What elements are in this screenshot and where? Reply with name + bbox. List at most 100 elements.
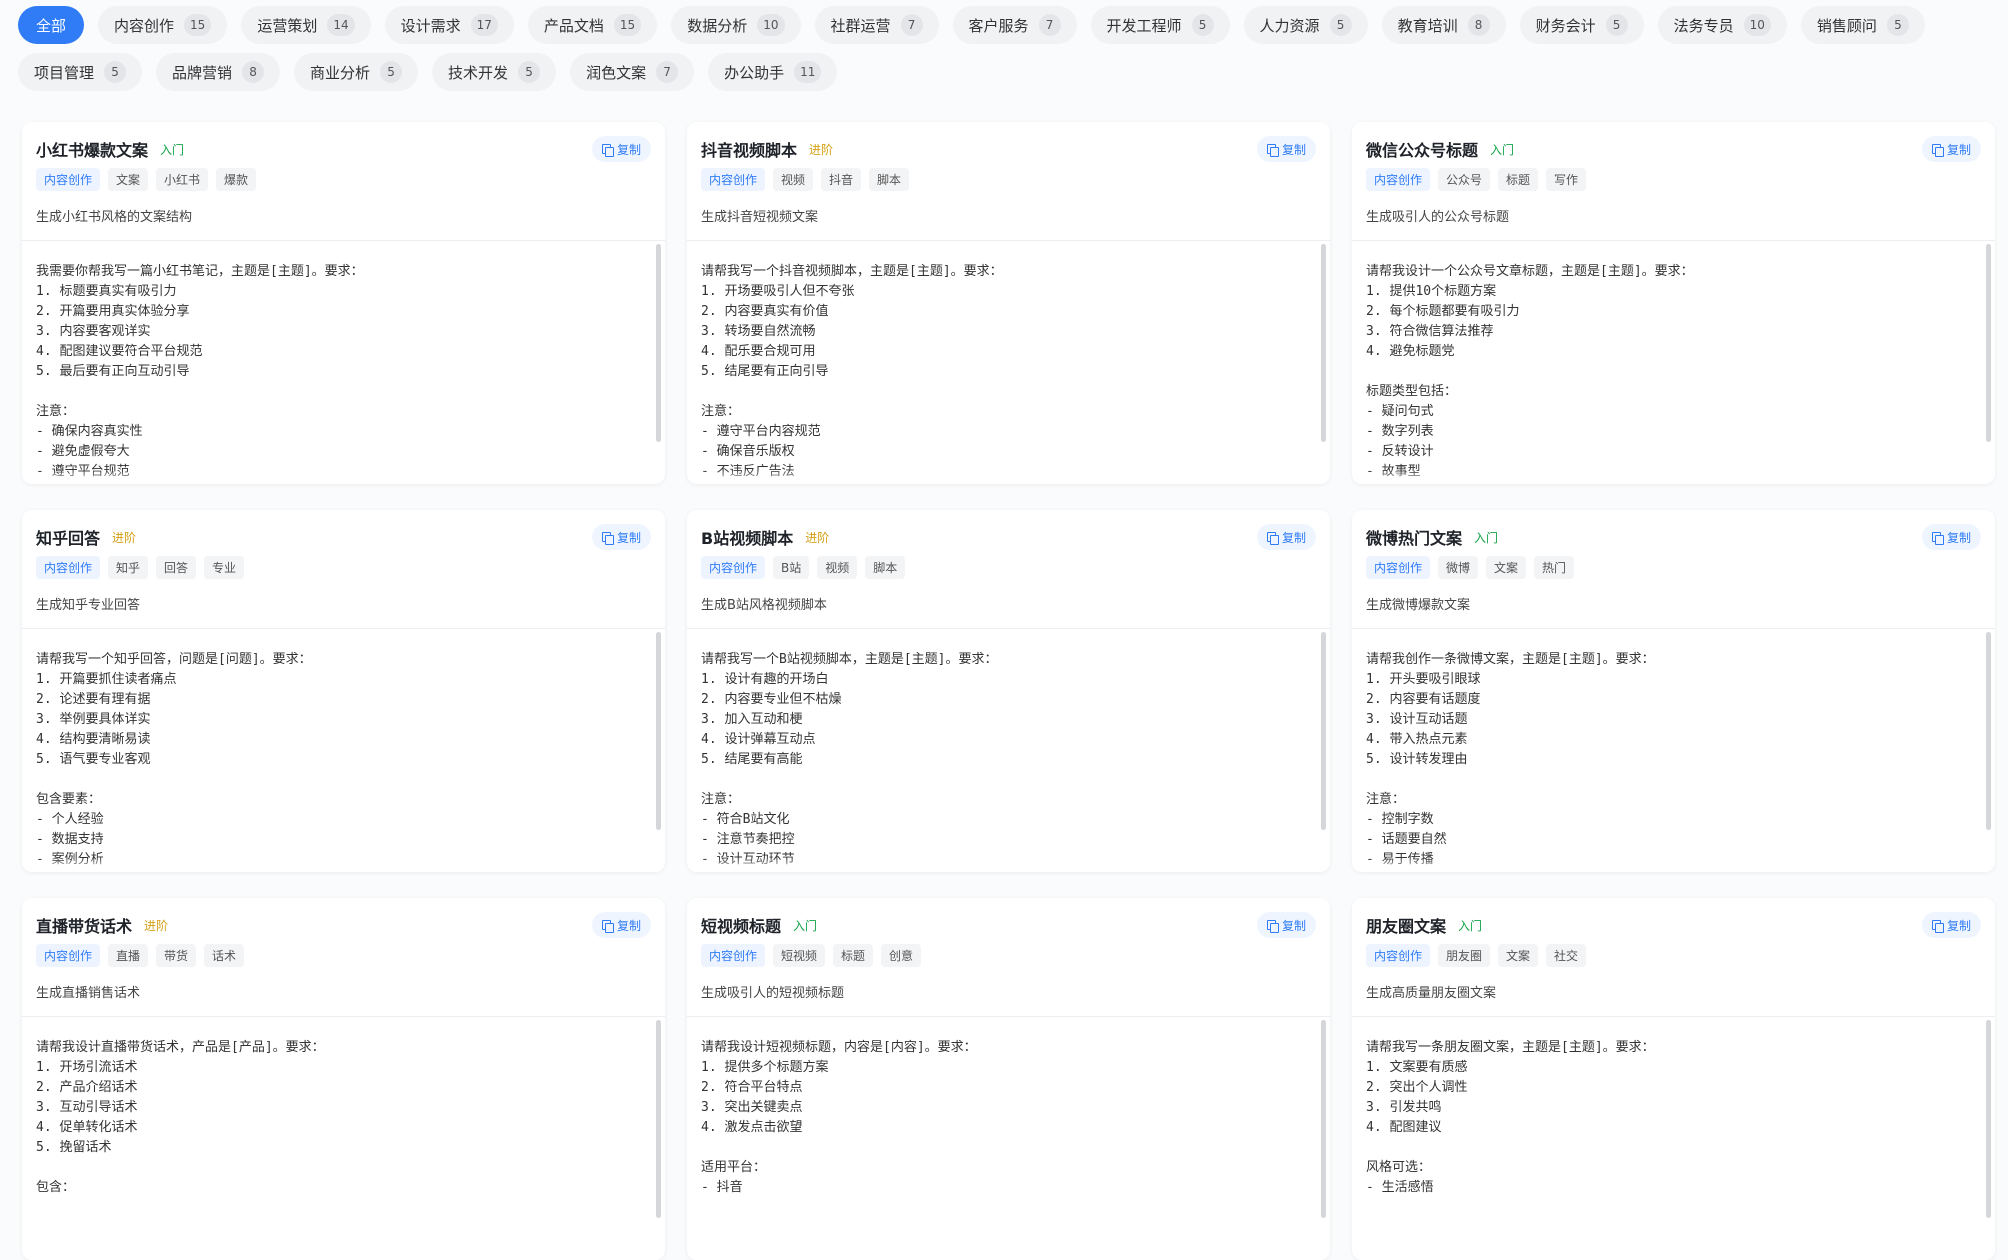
filter-chip-11[interactable]: 财务会计 5 (1519, 6, 1644, 44)
keyword-tag: 社交 (1546, 944, 1587, 967)
card-header: 朋友圈文案 入门 复制 (1366, 912, 1981, 938)
filter-chip-count: 7 (656, 61, 679, 83)
filter-chip-label: 项目管理 (34, 63, 95, 82)
filter-chip-label: 销售顾问 (1816, 16, 1877, 35)
filter-chip-12[interactable]: 法务专员 10 (1657, 6, 1787, 44)
keyword-tag: 知乎 (108, 556, 149, 579)
filter-chip-5[interactable]: 数据分析 10 (671, 6, 801, 44)
filter-chip-count: 5 (1605, 14, 1628, 36)
keyword-tag: 文案 (1498, 944, 1539, 967)
prompt-scrollbar[interactable] (1321, 632, 1326, 830)
filter-chip-14[interactable]: 项目管理 5 (18, 53, 143, 91)
copy-button[interactable]: 复制 (591, 912, 651, 938)
prompt-card-grid: 小红书爆款文案 入门 复制 内容创作 文案 小红书 爆款 生成小红书风格的文案结构 我… (22, 122, 1995, 1260)
filter-chip-19[interactable]: 办公助手 11 (708, 53, 838, 91)
card-title: 小红书爆款文案 (36, 141, 149, 160)
category-tag: 内容创作 (36, 556, 101, 579)
filter-chip-8[interactable]: 开发工程师 5 (1090, 6, 1230, 44)
prompt-scrollbar[interactable] (656, 632, 661, 830)
prompt-scrollbar[interactable] (1321, 1020, 1326, 1218)
fade-overlay (687, 470, 1330, 484)
filter-chip-15[interactable]: 品牌营销 8 (156, 53, 281, 91)
card-title: 朋友圈文案 (1366, 917, 1447, 936)
card-title: 抖音视频脚本 (701, 141, 798, 160)
prompt-card: 朋友圈文案 入门 复制 内容创作 朋友圈 文案 社交 生成高质量朋友圈文案 请帮我写一… (1352, 898, 1995, 1260)
copy-button-label: 复制 (616, 530, 641, 545)
filter-chip-10[interactable]: 教育培训 8 (1381, 6, 1506, 44)
prompt-scrollbar[interactable] (1321, 244, 1326, 442)
prompt-text: 我需要你帮我写一篇小红书笔记，主题是[主题]。要求： 1. 标题要真实有吸引力 … (36, 264, 364, 479)
copy-button[interactable]: 复制 (1921, 136, 1981, 162)
difficulty-badge: 进阶 (144, 918, 169, 933)
card-title: 知乎回答 (36, 529, 101, 548)
keyword-tag: 话术 (204, 944, 245, 967)
filter-chip-label: 财务会计 (1535, 16, 1596, 35)
filter-chip-4[interactable]: 产品文档 15 (527, 6, 658, 44)
copy-button[interactable]: 复制 (1256, 136, 1316, 162)
copy-button-label: 复制 (1946, 142, 1971, 157)
filter-chip-label: 客户服务 (968, 16, 1029, 35)
filter-chip-16[interactable]: 商业分析 5 (294, 53, 419, 91)
copy-button-label: 复制 (1281, 918, 1306, 933)
keyword-tag: 脚本 (869, 168, 910, 191)
keyword-tag: 标题 (833, 944, 874, 967)
copy-button[interactable]: 复制 (1256, 524, 1316, 550)
filter-chip-1[interactable]: 内容创作 15 (98, 6, 228, 44)
filter-chip-7[interactable]: 客户服务 7 (952, 6, 1077, 44)
tag-list: 内容创作 直播 带货 话术 (36, 944, 245, 967)
prompt-card: 知乎回答 进阶 复制 内容创作 知乎 回答 专业 生成知乎专业回答 请帮我写一个知乎回… (22, 510, 665, 872)
difficulty-badge: 入门 (793, 918, 818, 933)
copy-button[interactable]: 复制 (1256, 912, 1316, 938)
copy-button-label: 复制 (616, 918, 641, 933)
copy-button[interactable]: 复制 (1921, 912, 1981, 938)
filter-chip-3[interactable]: 设计需求 17 (384, 6, 514, 44)
filter-chip-label: 人力资源 (1259, 16, 1320, 35)
card-description: 生成高质量朋友圈文案 (1366, 986, 1497, 1001)
copy-button-label: 复制 (1946, 918, 1971, 933)
tag-list: 内容创作 知乎 回答 专业 (36, 556, 245, 579)
filter-chip-count: 5 (1191, 14, 1214, 36)
filter-chip-count: 5 (380, 61, 403, 83)
divider (1352, 1016, 1995, 1017)
category-tag: 内容创作 (1366, 944, 1431, 967)
difficulty-badge: 进阶 (112, 530, 137, 545)
prompt-scrollbar[interactable] (1986, 1020, 1991, 1218)
filter-chip-label: 产品文档 (543, 16, 604, 35)
copy-button-label: 复制 (616, 142, 641, 157)
copy-button[interactable]: 复制 (591, 524, 651, 550)
difficulty-badge: 入门 (1474, 530, 1499, 545)
filter-chip-17[interactable]: 技术开发 5 (432, 53, 557, 91)
category-tag: 内容创作 (36, 168, 101, 191)
filter-chip-label: 数据分析 (687, 16, 748, 35)
copy-button[interactable]: 复制 (591, 136, 651, 162)
divider (687, 1016, 1330, 1017)
category-tag: 内容创作 (701, 944, 766, 967)
prompt-text: 请帮我写一个抖音视频脚本，主题是[主题]。要求： 1. 开场要吸引人但不夸张 2… (701, 264, 1003, 479)
filter-chip-label: 教育培训 (1397, 16, 1458, 35)
copy-button[interactable]: 复制 (1921, 524, 1981, 550)
card-description: 生成抖音短视频文案 (701, 210, 819, 225)
card-description: 生成吸引人的短视频标题 (701, 986, 845, 1001)
prompt-scrollbar[interactable] (656, 244, 661, 442)
category-tag: 内容创作 (36, 944, 101, 967)
prompt-scrollbar[interactable] (656, 1020, 661, 1218)
copy-icon (1931, 531, 1944, 545)
filter-chip-6[interactable]: 社群运营 7 (814, 6, 939, 44)
card-description: 生成知乎专业回答 (36, 598, 141, 613)
prompt-scrollbar[interactable] (1986, 244, 1991, 442)
prompt-card: 小红书爆款文案 入门 复制 内容创作 文案 小红书 爆款 生成小红书风格的文案结构 我… (22, 122, 665, 484)
filter-chip-9[interactable]: 人力资源 5 (1243, 6, 1368, 44)
prompt-scrollbar[interactable] (1986, 632, 1991, 830)
copy-icon (1931, 143, 1944, 157)
keyword-tag: 公众号 (1438, 168, 1491, 191)
filter-chip-13[interactable]: 销售顾问 5 (1800, 6, 1925, 44)
prompt-text: 请帮我设计短视频标题，内容是[内容]。要求： 1. 提供多个标题方案 2. 符合… (701, 1040, 977, 1195)
filter-chip-0[interactable]: 全部 (18, 6, 85, 44)
filter-chip-count: 15 (613, 14, 642, 36)
difficulty-badge: 入门 (160, 142, 185, 157)
filter-chip-label: 运营策划 (257, 16, 318, 35)
prompt-card: 抖音视频脚本 进阶 复制 内容创作 视频 抖音 脚本 生成抖音短视频文案 请帮我写一个… (687, 122, 1330, 484)
filter-chip-2[interactable]: 运营策划 14 (241, 6, 371, 44)
filter-chip-count: 7 (1038, 14, 1061, 36)
filter-chip-18[interactable]: 润色文案 7 (570, 53, 695, 91)
